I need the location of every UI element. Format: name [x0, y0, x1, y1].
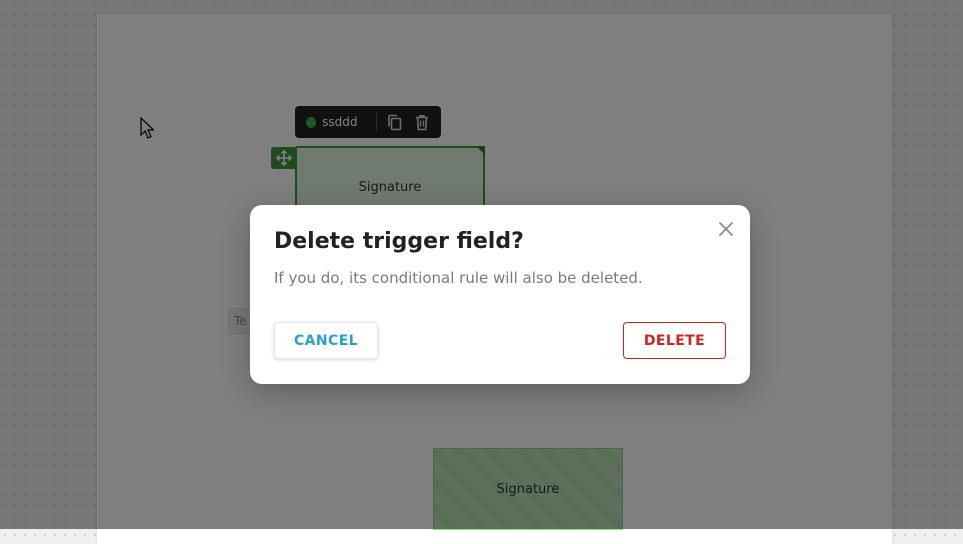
dialog-message: If you do, its conditional rule will als… [274, 269, 643, 287]
delete-button[interactable]: DELETE [623, 322, 726, 359]
dialog-title: Delete trigger field? [274, 229, 524, 254]
cancel-button[interactable]: CANCEL [274, 322, 378, 359]
close-icon[interactable] [718, 221, 734, 237]
delete-trigger-field-dialog: Delete trigger field? If you do, its con… [250, 205, 750, 384]
